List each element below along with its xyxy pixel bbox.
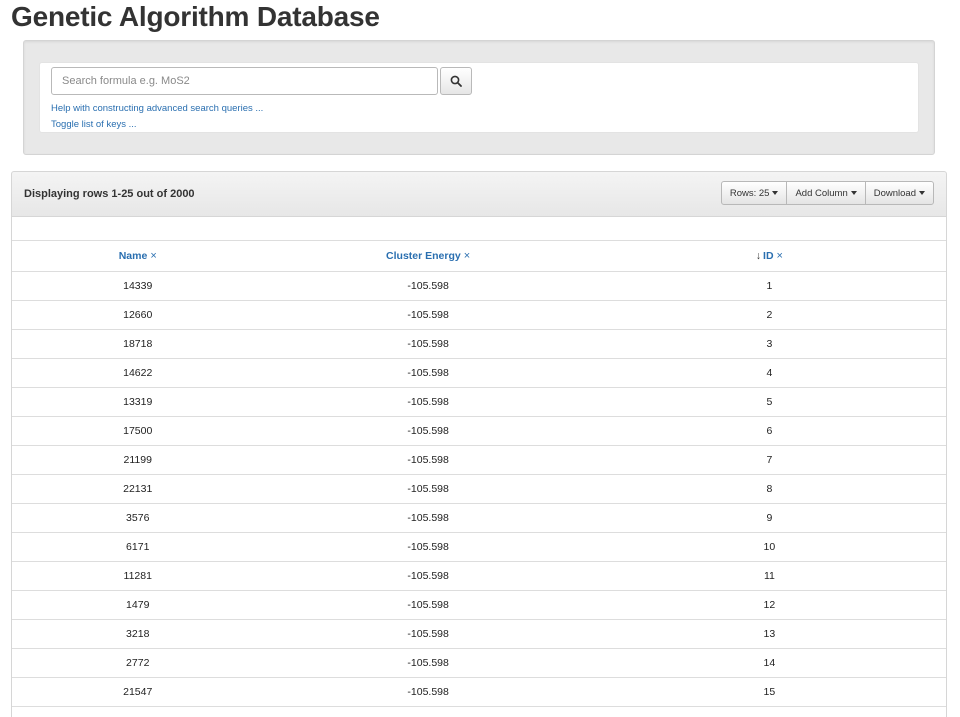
table-row[interactable]: 12660 -105.598 2 — [12, 300, 946, 330]
cell-id: 1 — [592, 271, 946, 301]
results-table-container: Name × Cluster Energy × ↓ ID × 14339 -105.598… — [11, 217, 947, 717]
cell-name: 18718 — [12, 329, 264, 359]
cell-id: 12 — [592, 590, 946, 620]
toggle-keys-link[interactable]: Toggle list of keys ... — [51, 119, 137, 130]
results-count: Displaying rows 1-25 out of 2000 — [24, 188, 195, 200]
cell-id: 4 — [592, 358, 946, 388]
cell-name: 14622 — [12, 358, 264, 388]
cell-cluster-energy: -105.598 — [263, 445, 593, 475]
cell-name: 22131 — [12, 474, 264, 504]
caret-down-icon — [772, 191, 779, 195]
cell-id: 5 — [592, 387, 946, 417]
cell-id: 8 — [592, 474, 946, 504]
cell-name: 17500 — [12, 416, 264, 446]
cell-cluster-energy: -105.598 — [263, 474, 593, 504]
page-title: Genetic Algorithm Database — [11, 1, 380, 32]
add-column-label: Add Column — [795, 187, 848, 199]
search-icon — [450, 75, 462, 87]
results-table-body: 14339 -105.598 1 12660 -105.598 2 18718 -105.59… — [12, 271, 946, 707]
download-label: Download — [873, 187, 916, 199]
cell-name: 6171 — [12, 532, 264, 562]
table-row[interactable]: 14622 -105.598 4 — [12, 358, 946, 388]
sort-by-name-link[interactable]: Name — [119, 250, 148, 262]
cell-name: 2772 — [12, 648, 264, 678]
table-row[interactable]: 21547 -105.598 15 — [12, 677, 946, 707]
cell-name: 13319 — [12, 387, 264, 417]
cell-id: 6 — [592, 416, 946, 446]
cell-name: 1479 — [12, 590, 264, 620]
sort-descending-icon: ↓ — [755, 249, 762, 262]
cell-name: 14339 — [12, 271, 264, 301]
sort-by-id-link[interactable]: ID — [763, 250, 774, 262]
cell-cluster-energy: -105.598 — [263, 590, 593, 620]
rows-per-page-dropdown[interactable]: Rows: 25 — [720, 181, 788, 205]
remove-column-icon[interactable]: × — [150, 250, 156, 262]
cell-name: 12660 — [12, 300, 264, 330]
cell-cluster-energy: -105.598 — [263, 648, 593, 678]
cell-id: 3 — [592, 329, 946, 359]
cell-cluster-energy: -105.598 — [263, 416, 593, 446]
cell-name: 3576 — [12, 503, 264, 533]
cell-id: 7 — [592, 445, 946, 475]
table-spacer-row — [12, 217, 946, 241]
table-row[interactable]: 17500 -105.598 6 — [12, 416, 946, 446]
table-row[interactable]: 11281 -105.598 11 — [12, 561, 946, 591]
cell-name: 3218 — [12, 619, 264, 649]
caret-down-icon — [850, 191, 857, 195]
table-row[interactable]: 13319 -105.598 5 — [12, 387, 946, 417]
cell-name: 21547 — [12, 677, 264, 707]
results-header: Displaying rows 1-25 out of 2000 Rows: 2… — [11, 171, 947, 217]
table-row[interactable]: 2772 -105.598 14 — [12, 648, 946, 678]
cell-id: 9 — [592, 503, 946, 533]
table-row[interactable]: 3218 -105.598 13 — [12, 619, 946, 649]
cell-name: 21199 — [12, 445, 264, 475]
table-row[interactable]: 3576 -105.598 9 — [12, 503, 946, 533]
column-header-cluster-energy: Cluster Energy × — [263, 241, 593, 272]
rows-label: Rows: 25 — [729, 187, 770, 199]
column-header-id: ↓ ID × — [592, 241, 946, 272]
cell-cluster-energy: -105.598 — [263, 619, 593, 649]
search-button[interactable] — [440, 67, 472, 95]
column-header-name: Name × — [12, 241, 264, 272]
cell-cluster-energy: -105.598 — [263, 300, 593, 330]
cell-id: 15 — [592, 677, 946, 707]
remove-column-icon[interactable]: × — [777, 250, 783, 262]
table-row[interactable]: 1479 -105.598 12 — [12, 590, 946, 620]
table-header-row: Name × Cluster Energy × ↓ ID × — [12, 241, 946, 272]
cell-id: 10 — [592, 532, 946, 562]
sort-by-cluster-energy-link[interactable]: Cluster Energy — [386, 250, 461, 262]
table-row[interactable]: 22131 -105.598 8 — [12, 474, 946, 504]
advanced-search-help-link[interactable]: Help with constructing advanced search q… — [51, 103, 263, 114]
cell-cluster-energy: -105.598 — [263, 271, 593, 301]
results-toolbar: Rows: 25 Add Column Download — [720, 181, 934, 205]
cell-cluster-energy: -105.598 — [263, 532, 593, 562]
table-row[interactable]: 18718 -105.598 3 — [12, 329, 946, 359]
cell-id: 2 — [592, 300, 946, 330]
cell-name: 11281 — [12, 561, 264, 591]
table-row[interactable]: 6171 -105.598 10 — [12, 532, 946, 562]
cell-cluster-energy: -105.598 — [263, 358, 593, 388]
cell-cluster-energy: -105.598 — [263, 387, 593, 417]
cell-cluster-energy: -105.598 — [263, 329, 593, 359]
cell-cluster-energy: -105.598 — [263, 561, 593, 591]
cell-id: 14 — [592, 648, 946, 678]
add-column-dropdown[interactable]: Add Column — [786, 181, 866, 205]
cell-id: 11 — [592, 561, 946, 591]
cell-cluster-energy: -105.598 — [263, 677, 593, 707]
search-input[interactable] — [51, 67, 438, 95]
cell-cluster-energy: -105.598 — [263, 503, 593, 533]
cell-id: 13 — [592, 619, 946, 649]
remove-column-icon[interactable]: × — [464, 250, 470, 262]
table-row[interactable]: 14339 -105.598 1 — [12, 271, 946, 301]
results-table: Name × Cluster Energy × ↓ ID × 14339 -105.598… — [12, 241, 946, 707]
caret-down-icon — [919, 191, 925, 195]
table-row[interactable]: 21199 -105.598 7 — [12, 445, 946, 475]
download-dropdown[interactable]: Download — [864, 181, 934, 205]
